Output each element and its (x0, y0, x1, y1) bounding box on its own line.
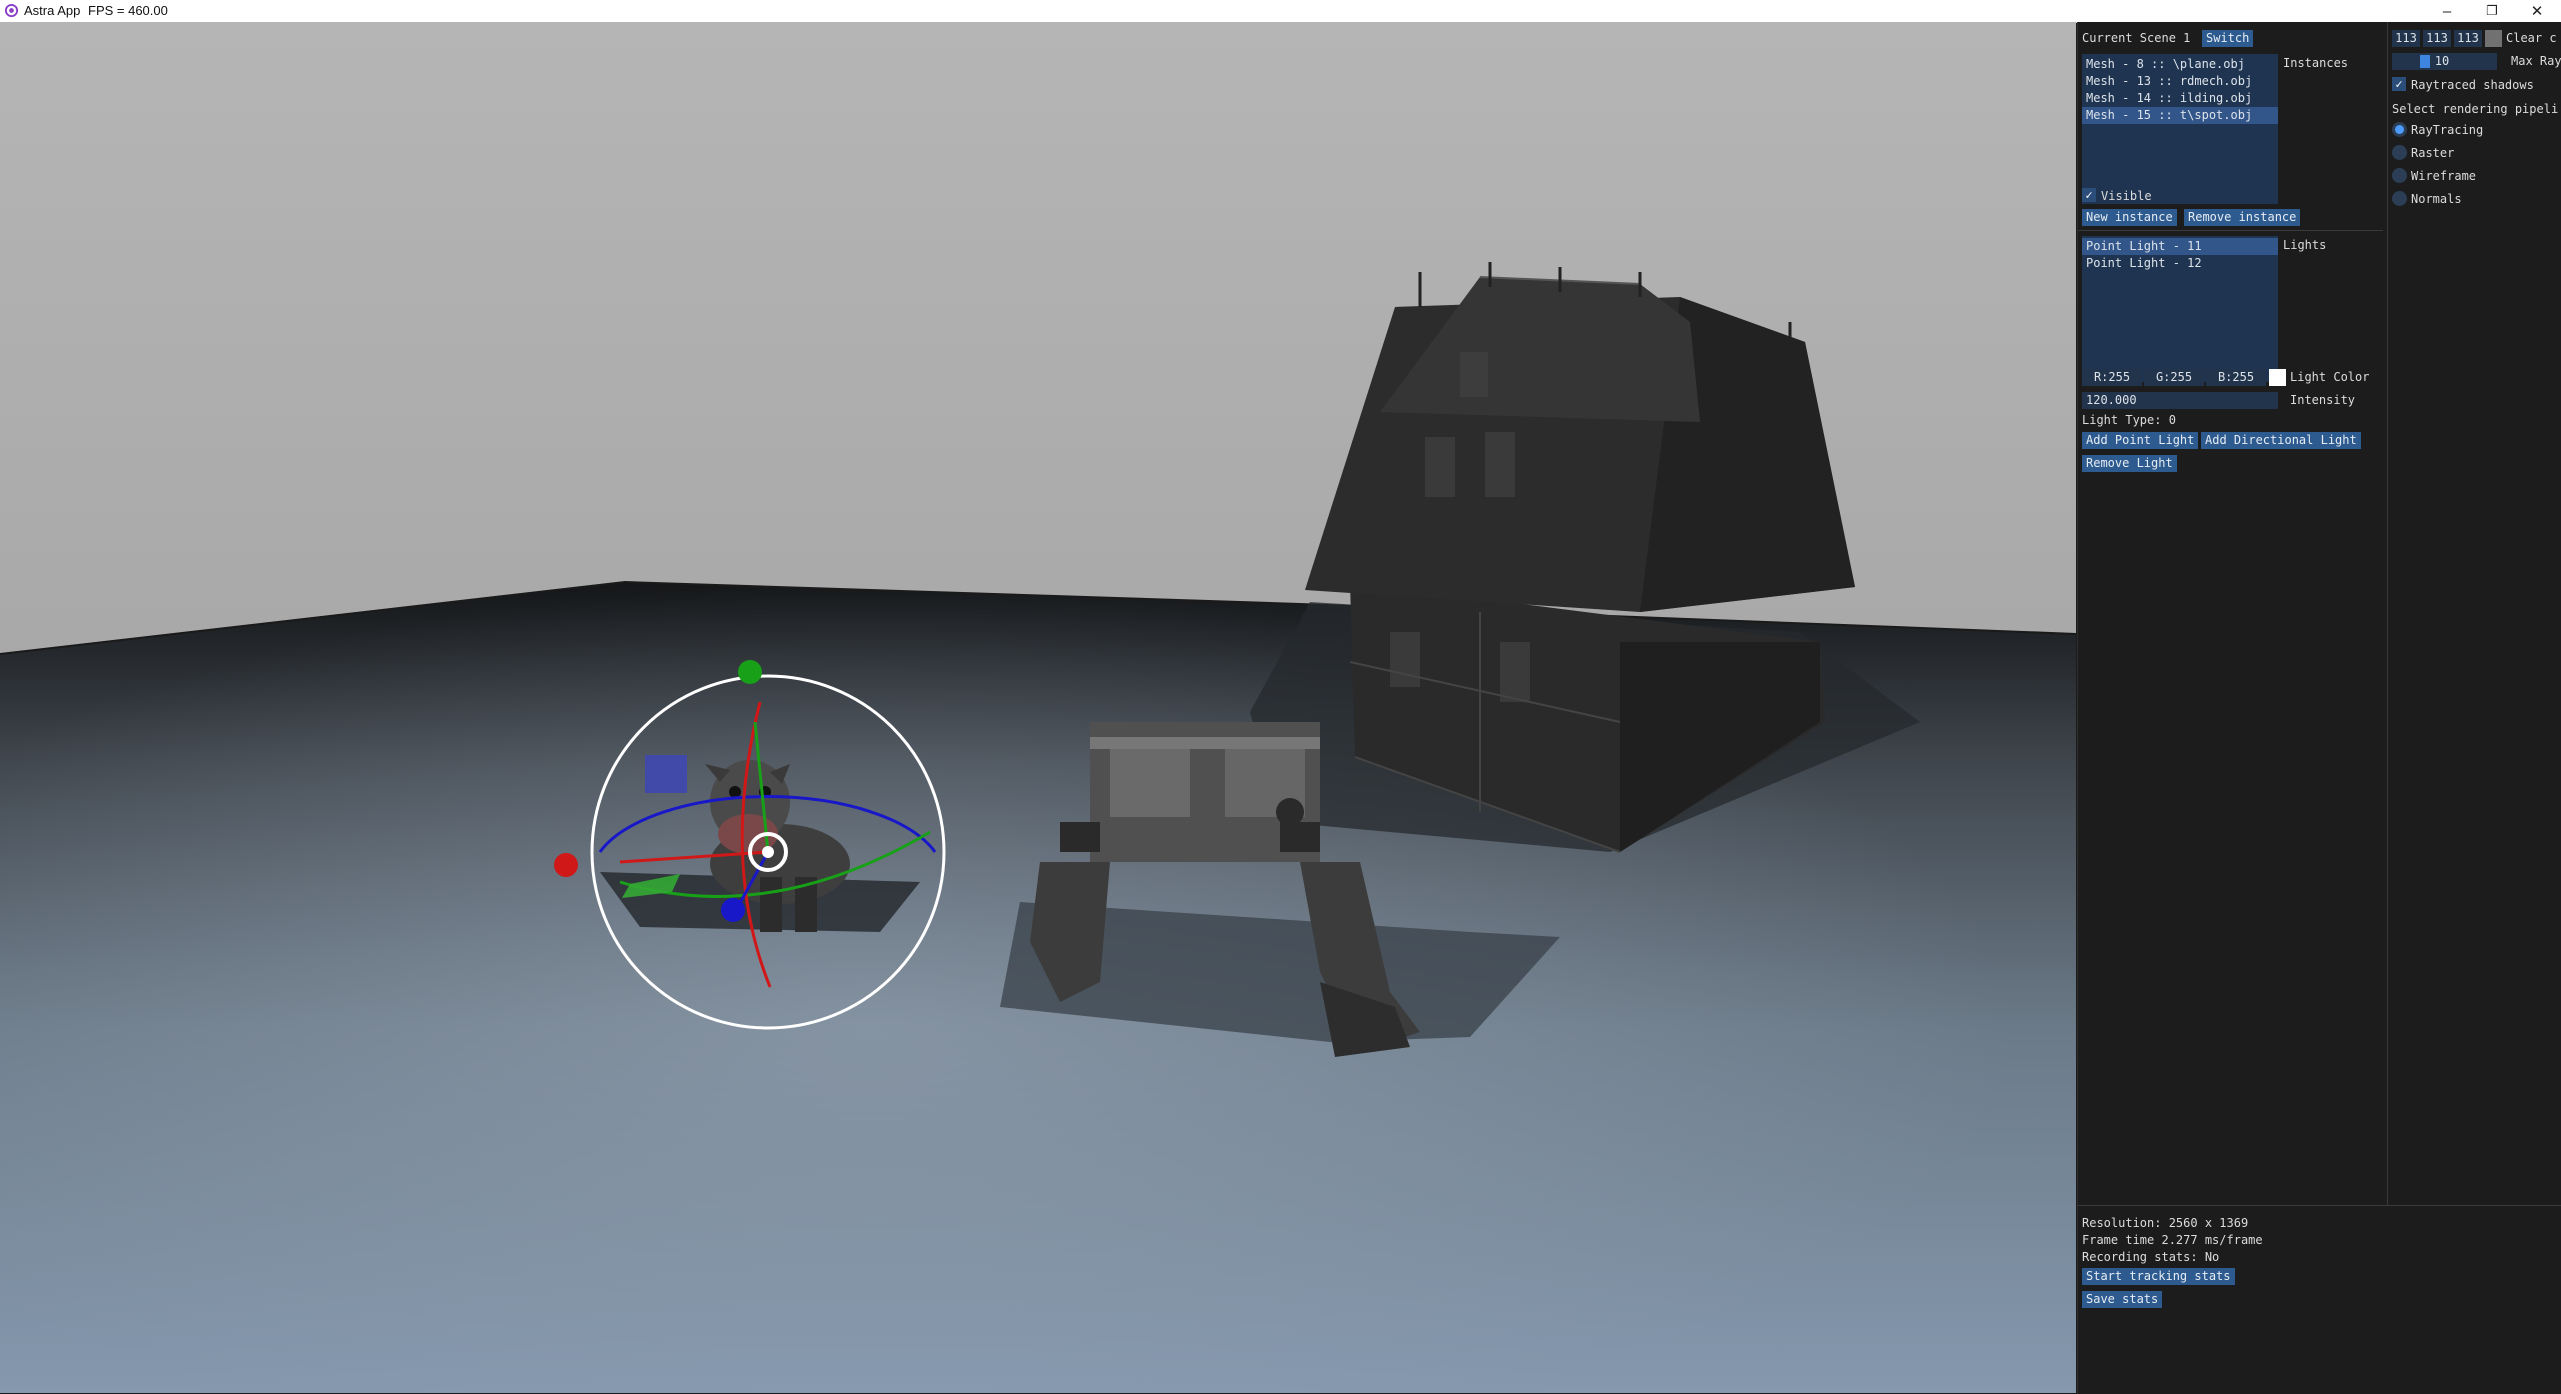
clear-color-r-field[interactable]: 113 (2392, 30, 2420, 47)
pipeline-label: RayTracing (2411, 123, 2484, 137)
render-viewport[interactable] (0, 22, 2076, 1393)
light-color-r-field[interactable]: R:255 (2082, 369, 2142, 386)
stats-panel: Resolution: 2560 x 1369 Frame time 2.277… (2077, 1205, 2561, 1394)
minimize-icon: – (2442, 2, 2452, 20)
instance-item[interactable]: Mesh - 8 :: \plane.obj (2082, 56, 2278, 73)
add-directional-light-button[interactable]: Add Directional Light (2201, 432, 2361, 449)
frame-time-text: Frame time 2.277 ms/frame (2082, 1233, 2263, 1247)
pipeline-radio-normals[interactable] (2392, 191, 2407, 206)
app-logo-icon (4, 3, 19, 18)
title-bar: Astra App FPS = 460.00 – ❐ ✕ (0, 0, 2561, 23)
intensity-label: Intensity (2290, 393, 2356, 407)
start-tracking-stats-button[interactable]: Start tracking stats (2082, 1268, 2235, 1285)
window-title: Astra App (24, 3, 81, 18)
raytraced-shadows-label: Raytraced shadows (2411, 78, 2534, 92)
minimize-button[interactable]: – (2425, 0, 2469, 22)
add-point-light-button[interactable]: Add Point Light (2082, 432, 2199, 449)
restore-icon: ❐ (2486, 3, 2498, 18)
light-type-label: Light Type: 0 (2082, 413, 2176, 427)
intensity-field[interactable]: 120.000 (2082, 392, 2278, 409)
switch-scene-button[interactable]: Switch (2202, 30, 2254, 47)
clear-color-label: Clear c (2506, 31, 2557, 45)
scene-panel: Current Scene 1 Switch Mesh - 8 :: \plan… (2077, 22, 2387, 1205)
pipeline-radio-raytracing[interactable] (2392, 122, 2407, 137)
light-item[interactable]: Point Light - 12 (2082, 255, 2278, 272)
checkmark-icon: ✓ (2085, 188, 2093, 202)
visible-label: Visible (2101, 189, 2152, 203)
close-icon: ✕ (2530, 3, 2544, 20)
instances-label: Instances (2283, 56, 2349, 70)
clear-color-swatch[interactable] (2485, 30, 2502, 47)
remove-light-button[interactable]: Remove Light (2082, 455, 2177, 472)
max-rays-label: Max Ray (2511, 54, 2561, 68)
resolution-text: Resolution: 2560 x 1369 (2082, 1216, 2249, 1230)
pipeline-radio-wireframe[interactable] (2392, 168, 2407, 183)
clear-color-g-field[interactable]: 113 (2423, 30, 2451, 47)
restore-button[interactable]: ❐ (2470, 0, 2514, 22)
pipeline-label: Wireframe (2411, 169, 2477, 183)
render-settings-panel: 113 113 113 Clear c 10 Max Ray ✓ Raytrac… (2387, 22, 2561, 1205)
instance-item[interactable]: Mesh - 15 :: t\spot.obj (2082, 107, 2278, 124)
recording-status-text: Recording stats: No (2082, 1250, 2220, 1264)
instance-item[interactable]: Mesh - 13 :: rdmech.obj (2082, 73, 2278, 90)
close-button[interactable]: ✕ (2515, 0, 2559, 22)
separator (2078, 230, 2383, 231)
light-color-swatch[interactable] (2269, 369, 2286, 386)
instance-item[interactable]: Mesh - 14 :: ilding.obj (2082, 90, 2278, 107)
max-rays-value: 10 (2434, 54, 2450, 68)
visible-checkbox[interactable]: ✓ (2082, 188, 2096, 202)
lights-listbox[interactable]: Point Light - 11 Point Light - 12 (2082, 236, 2278, 382)
raytraced-shadows-checkbox[interactable]: ✓ (2392, 77, 2406, 91)
slider-grab[interactable] (2420, 55, 2430, 68)
checkmark-icon: ✓ (2395, 77, 2403, 91)
scene-render (0, 22, 2076, 1393)
new-instance-button[interactable]: New instance (2082, 209, 2177, 226)
light-color-label: Light Color (2290, 370, 2370, 384)
clear-color-b-field[interactable]: 113 (2454, 30, 2482, 47)
pipeline-label: Normals (2411, 192, 2462, 206)
rendering-pipeline-label: Select rendering pipeli (2392, 102, 2559, 116)
remove-instance-button[interactable]: Remove instance (2184, 209, 2301, 226)
current-scene-label: Current Scene 1 (2082, 31, 2191, 45)
light-color-b-field[interactable]: B:255 (2206, 369, 2266, 386)
light-color-g-field[interactable]: G:255 (2144, 369, 2204, 386)
pipeline-radio-raster[interactable] (2392, 145, 2407, 160)
fps-readout: FPS = 460.00 (88, 3, 168, 18)
max-rays-slider[interactable]: 10 (2392, 53, 2497, 70)
light-item[interactable]: Point Light - 11 (2082, 238, 2278, 255)
instances-listbox[interactable]: Mesh - 8 :: \plane.obj Mesh - 13 :: rdme… (2082, 54, 2278, 204)
lights-label: Lights (2283, 238, 2327, 252)
pipeline-label: Raster (2411, 146, 2455, 160)
save-stats-button[interactable]: Save stats (2082, 1291, 2163, 1308)
